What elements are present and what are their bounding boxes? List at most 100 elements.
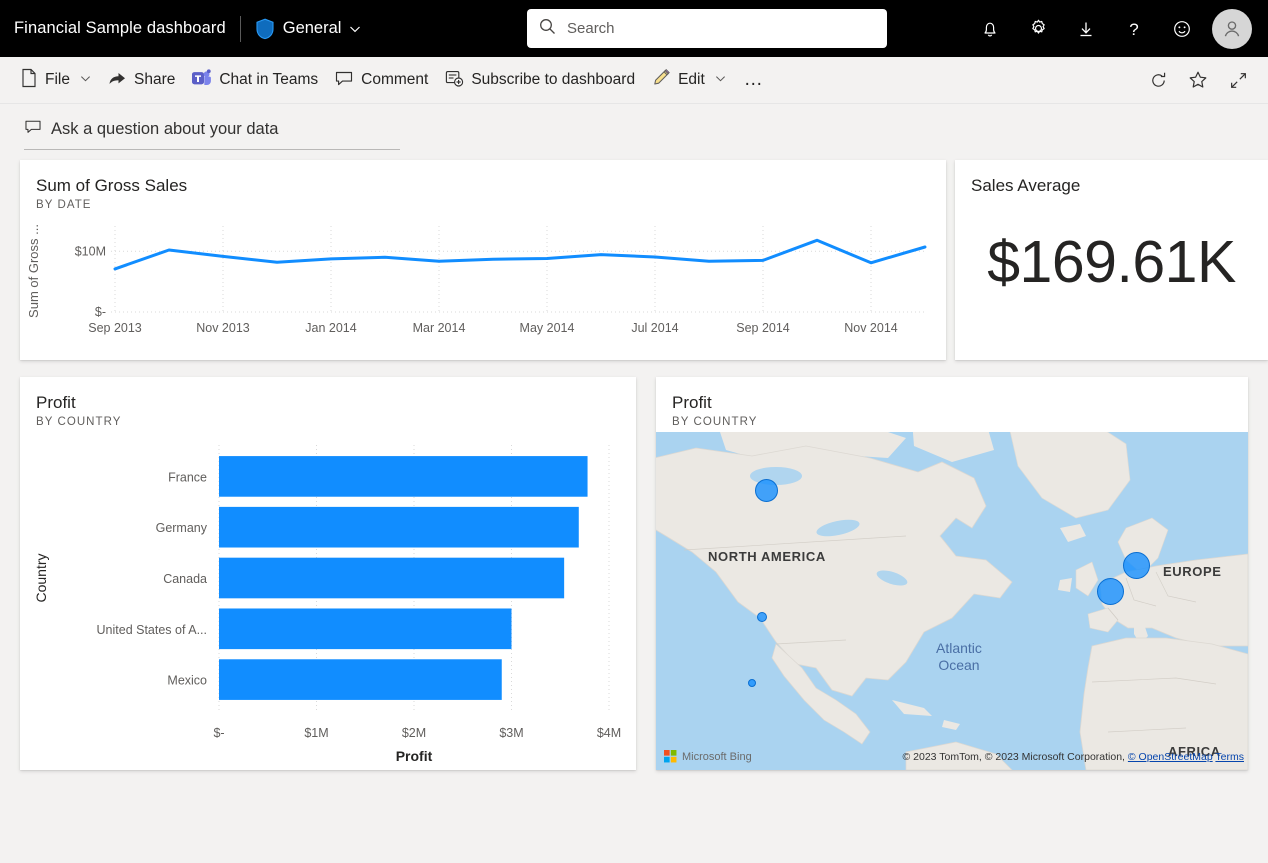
shield-icon [255, 18, 275, 40]
svg-text:United States of A...: United States of A... [97, 623, 207, 637]
tile-header: Profit BY COUNTRY [20, 377, 636, 428]
settings-gear-icon[interactable] [1014, 5, 1062, 53]
svg-text:Mexico: Mexico [167, 674, 207, 688]
svg-text:Nov 2013: Nov 2013 [196, 321, 250, 335]
tile-subtitle: BY COUNTRY [36, 416, 636, 428]
subscribe-button[interactable]: Subscribe to dashboard [436, 62, 643, 99]
ocean-label-line1: Atlantic [936, 640, 982, 657]
svg-text:France: France [168, 470, 207, 484]
teams-icon [191, 68, 212, 93]
subscribe-icon [444, 68, 464, 93]
bing-label: Microsoft Bing [682, 751, 752, 763]
download-icon[interactable] [1062, 5, 1110, 53]
map-bubble-germany[interactable] [1123, 552, 1150, 579]
map-bubble-canada[interactable] [755, 479, 778, 502]
tile-title: Sum of Gross Sales [36, 176, 946, 196]
svg-text:Sep 2013: Sep 2013 [88, 321, 142, 335]
svg-text:Jul 2014: Jul 2014 [631, 321, 678, 335]
tile-header: Profit BY COUNTRY [656, 377, 1248, 428]
file-label: File [45, 71, 70, 89]
refresh-icon[interactable] [1140, 64, 1176, 96]
chevron-down-icon [80, 71, 91, 89]
dashboard-title: Financial Sample dashboard [14, 19, 226, 38]
svg-text:?: ? [1129, 20, 1138, 39]
global-search-box[interactable] [527, 9, 887, 48]
map-terms-link[interactable]: Terms [1215, 751, 1244, 763]
ocean-label-line2: Ocean [936, 657, 982, 674]
notifications-icon[interactable] [966, 5, 1014, 53]
svg-text:$2M: $2M [402, 726, 426, 740]
chevron-down-icon [715, 71, 726, 89]
svg-text:$1M: $1M [304, 726, 328, 740]
map-label-europe: EUROPE [1163, 564, 1222, 579]
file-icon [20, 68, 38, 93]
svg-text:Germany: Germany [156, 521, 208, 535]
svg-text:$3M: $3M [499, 726, 523, 740]
map-bubble-united-states-of-america[interactable] [757, 612, 767, 622]
chat-in-teams-button[interactable]: Chat in Teams [183, 62, 326, 99]
bing-logo: Microsoft Bing [664, 750, 752, 763]
bar-chart: France Germany Canada United States of A...… [20, 437, 636, 767]
svg-text:$10M: $10M [75, 244, 106, 258]
search-input[interactable] [565, 9, 875, 48]
header-divider [240, 16, 241, 42]
line-chart: $10M$-Sum of Gross ...Sep 2013Nov 2013Ja… [20, 222, 946, 352]
card-value: $169.61K [955, 228, 1268, 296]
qna-area: Ask a question about your data [0, 104, 1268, 160]
tile-subtitle: BY DATE [36, 199, 946, 211]
tile-profit-by-country-map[interactable]: Profit BY COUNTRY [656, 377, 1248, 770]
svg-text:Jan 2014: Jan 2014 [305, 321, 356, 335]
tile-title: Profit [36, 393, 636, 413]
map-label-atlantic-ocean: Atlantic Ocean [936, 640, 982, 674]
fullscreen-icon[interactable] [1220, 64, 1256, 96]
edit-button[interactable]: Edit [643, 62, 734, 99]
file-menu-button[interactable]: File [12, 62, 99, 99]
comment-icon [334, 68, 354, 93]
comment-label: Comment [361, 71, 428, 89]
tile-subtitle: BY COUNTRY [672, 416, 1248, 428]
more-options-button[interactable]: … [734, 69, 775, 91]
svg-text:Nov 2014: Nov 2014 [844, 321, 898, 335]
svg-text:Profit: Profit [396, 748, 433, 764]
user-avatar-icon[interactable] [1212, 9, 1252, 49]
svg-text:May 2014: May 2014 [520, 321, 575, 335]
workspace-selector[interactable]: General [255, 18, 362, 40]
help-icon[interactable]: ? [1110, 5, 1158, 53]
tile-sum-of-gross-sales[interactable]: Sum of Gross Sales BY DATE $10M$-Sum of … [20, 160, 946, 360]
openstreetmap-link[interactable]: © OpenStreetMap [1128, 751, 1213, 763]
search-icon [539, 18, 556, 40]
svg-text:Mar 2014: Mar 2014 [413, 321, 466, 335]
svg-text:Sum of Gross ...: Sum of Gross ... [26, 224, 41, 318]
workspace-name: General [283, 19, 342, 38]
tile-header: Sales Average [955, 160, 1268, 196]
comment-button[interactable]: Comment [326, 62, 436, 99]
subscribe-label: Subscribe to dashboard [471, 71, 635, 89]
map-canvas[interactable]: NORTH AMERICA EUROPE AFRICA Atlantic Oce… [656, 432, 1248, 770]
svg-text:$4M: $4M [597, 726, 621, 740]
chevron-down-icon [349, 23, 361, 35]
tile-title: Sales Average [971, 176, 1268, 196]
share-icon [107, 68, 127, 93]
map-bubble-france[interactable] [1097, 578, 1124, 605]
pencil-edit-icon [651, 68, 671, 93]
edit-label: Edit [678, 71, 705, 89]
tile-profit-by-country-bar[interactable]: Profit BY COUNTRY France Germany Canada Uni… [20, 377, 636, 770]
map-bubble-mexico[interactable] [748, 679, 756, 687]
favorite-star-icon[interactable] [1180, 64, 1216, 96]
command-toolbar: File Share Chat in Teams Comment Subscri… [0, 57, 1268, 104]
command-toolbar-right [1140, 64, 1256, 96]
dashboard-canvas: Sum of Gross Sales BY DATE $10M $- Sum of … [0, 160, 1268, 800]
svg-text:$-: $- [213, 726, 224, 740]
header-actions: ? [966, 5, 1254, 53]
chat-in-teams-label: Chat in Teams [219, 71, 318, 89]
share-label: Share [134, 71, 175, 89]
map-label-north-america: NORTH AMERICA [708, 549, 826, 564]
tile-sales-average[interactable]: Sales Average $169.61K [955, 160, 1268, 360]
qna-input-bar[interactable]: Ask a question about your data [24, 118, 400, 150]
map-geography [656, 432, 1248, 770]
feedback-smiley-icon[interactable] [1158, 5, 1206, 53]
share-button[interactable]: Share [99, 62, 183, 99]
svg-text:Sep 2014: Sep 2014 [736, 321, 790, 335]
map-attribution: © 2023 TomTom, © 2023 Microsoft Corporat… [903, 751, 1245, 763]
svg-text:Canada: Canada [163, 572, 207, 586]
